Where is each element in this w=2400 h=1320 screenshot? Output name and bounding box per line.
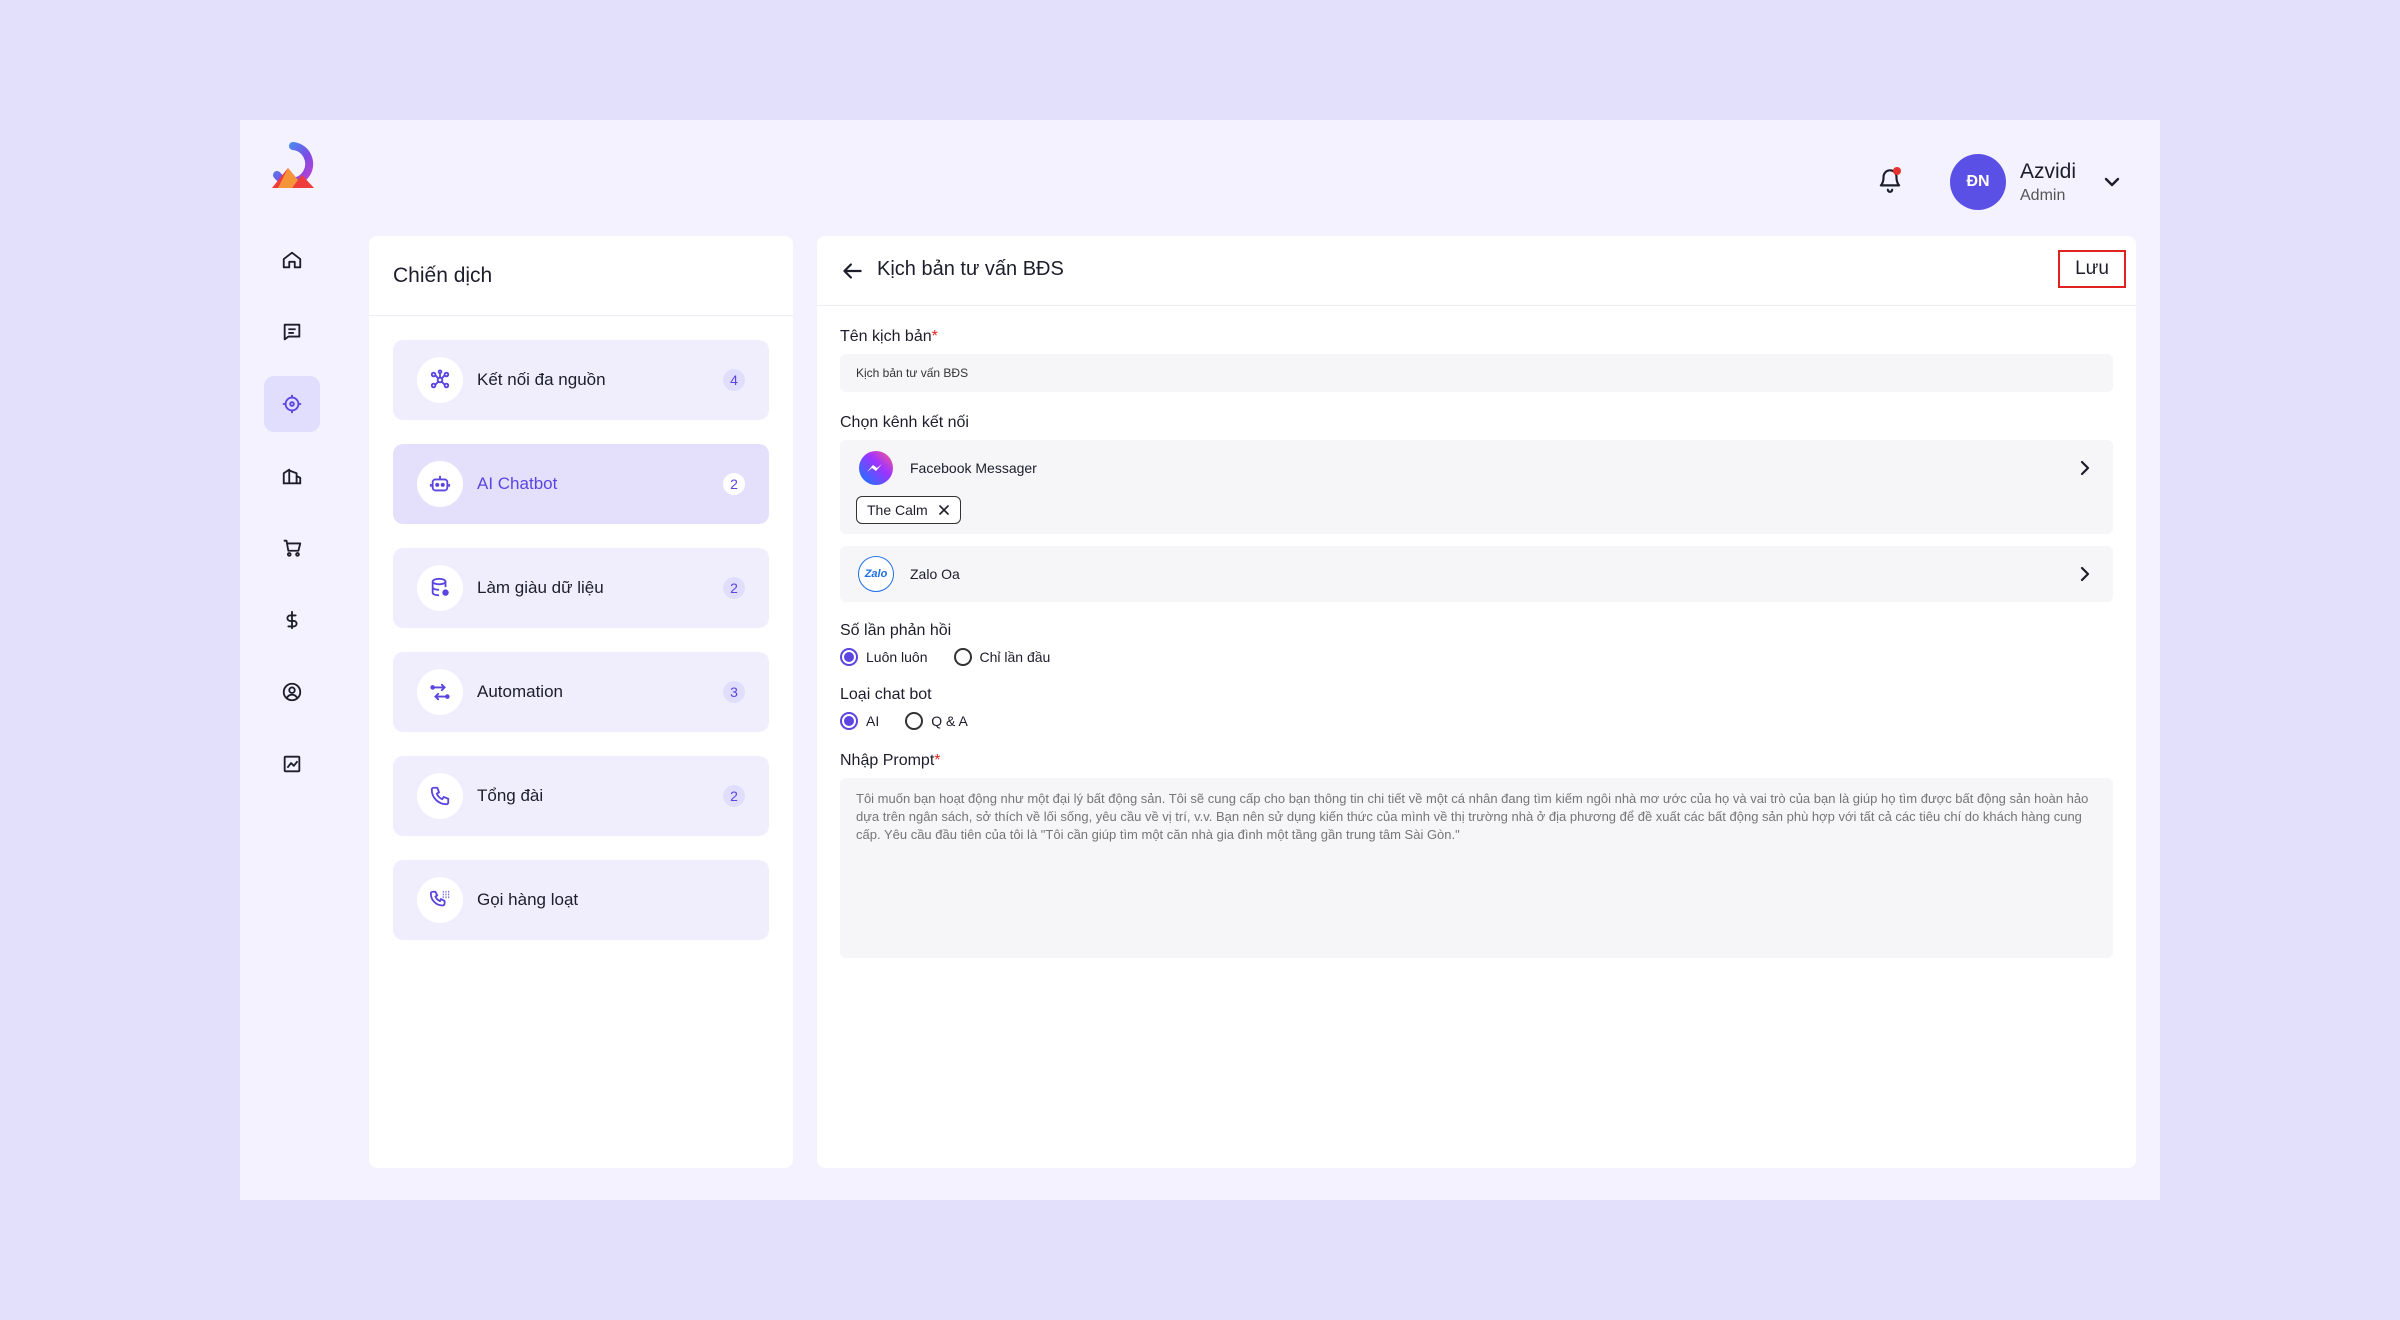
campaign-panel: Chiến dịch Kết nối đa nguồn 4 AI Chatbot… bbox=[369, 236, 793, 1168]
count-badge: 4 bbox=[723, 369, 745, 391]
menu-item-data-enrichment[interactable]: Làm giàu dữ liệu 2 bbox=[393, 548, 769, 628]
menu-item-label: Kết nối đa nguồn bbox=[477, 370, 606, 389]
nav-chat[interactable] bbox=[264, 304, 320, 360]
menu-item-automation[interactable]: Automation 3 bbox=[393, 652, 769, 732]
home-icon bbox=[282, 251, 302, 269]
nav-home[interactable] bbox=[264, 232, 320, 288]
count-badge: 2 bbox=[723, 785, 745, 807]
user-menu[interactable]: ĐN Azvidi Admin bbox=[1950, 154, 2122, 210]
channel-name: Zalo Oa bbox=[910, 566, 960, 582]
user-name: Azvidi bbox=[2020, 160, 2077, 184]
messenger-icon bbox=[858, 450, 894, 486]
script-name-input[interactable] bbox=[840, 354, 2113, 392]
building-icon bbox=[282, 468, 302, 485]
chevron-down-icon[interactable] bbox=[2102, 172, 2122, 192]
nav-finance[interactable] bbox=[264, 592, 320, 648]
menu-item-label: Gọi hàng loạt bbox=[477, 890, 579, 909]
phone-keypad-icon bbox=[417, 877, 463, 923]
nav-report[interactable] bbox=[264, 736, 320, 792]
app-window: ĐN Azvidi Admin Chiến dịch Kết nối đa ng… bbox=[240, 120, 2160, 1200]
menu-item-multi-source[interactable]: Kết nối đa nguồn 4 bbox=[393, 340, 769, 420]
menu-item-ai-chatbot[interactable]: AI Chatbot 2 bbox=[393, 444, 769, 524]
network-icon bbox=[417, 357, 463, 403]
menu-item-label: Tổng đài bbox=[477, 786, 544, 805]
chevron-right-icon[interactable] bbox=[2075, 564, 2095, 584]
prompt-textarea[interactable] bbox=[840, 778, 2113, 958]
avatar: ĐN bbox=[1950, 154, 2006, 210]
channel-name: Facebook Messager bbox=[910, 460, 1037, 476]
dollar-icon bbox=[286, 610, 298, 630]
radio-label: Luôn luôn bbox=[866, 649, 928, 665]
menu-item-label: Automation bbox=[477, 682, 563, 701]
count-badge: 3 bbox=[723, 681, 745, 703]
cart-icon bbox=[283, 539, 302, 557]
user-circle-icon bbox=[282, 682, 302, 702]
nav-campaign[interactable] bbox=[264, 376, 320, 432]
script-editor-panel: Kịch bản tư vấn BĐS Lưu Tên kịch bản* Ch… bbox=[817, 236, 2136, 1168]
channel-facebook-row[interactable]: Facebook Messager bbox=[840, 440, 2113, 496]
menu-item-label: Làm giàu dữ liệu bbox=[477, 578, 604, 597]
notification-button[interactable] bbox=[1872, 162, 1908, 198]
chevron-right-icon[interactable] bbox=[2075, 458, 2095, 478]
automation-icon bbox=[417, 669, 463, 715]
radio-always[interactable]: Luôn luôn bbox=[840, 648, 928, 666]
nav-profile[interactable] bbox=[264, 664, 320, 720]
menu-item-label: AI Chatbot bbox=[477, 474, 558, 493]
chart-icon bbox=[283, 755, 301, 773]
chip-label: The Calm bbox=[867, 502, 928, 518]
count-badge: 2 bbox=[723, 473, 745, 495]
save-button[interactable]: Lưu bbox=[2058, 250, 2126, 288]
close-icon[interactable] bbox=[938, 504, 950, 516]
channel-label: Chọn kênh kết nối bbox=[840, 414, 969, 431]
channel-zalo-row[interactable]: Zalo Zalo Oa bbox=[840, 546, 2113, 602]
arrow-left-icon[interactable] bbox=[839, 258, 865, 284]
reply-count-options: Luôn luôn Chỉ lần đầu bbox=[840, 648, 2113, 666]
bot-type-options: AI Q & A bbox=[840, 712, 2113, 730]
campaign-menu: Kết nối đa nguồn 4 AI Chatbot 2 Làm giàu… bbox=[369, 316, 793, 988]
channel-zalo: Zalo Zalo Oa bbox=[840, 546, 2113, 602]
radio-label: Q & A bbox=[931, 713, 968, 729]
chat-icon bbox=[283, 323, 301, 341]
nav-cart[interactable] bbox=[264, 520, 320, 576]
radio-ai[interactable]: AI bbox=[840, 712, 879, 730]
script-name-label: Tên kịch bản* bbox=[840, 328, 938, 345]
required-mark: * bbox=[931, 328, 938, 345]
database-icon bbox=[417, 565, 463, 611]
script-form: Tên kịch bản* Chọn kênh kết nối bbox=[817, 328, 2136, 963]
bot-type-label: Loại chat bot bbox=[840, 686, 932, 703]
page-chip[interactable]: The Calm bbox=[856, 496, 961, 524]
zalo-icon: Zalo bbox=[858, 556, 894, 592]
user-role: Admin bbox=[2020, 186, 2066, 204]
sidebar-nav bbox=[264, 232, 320, 808]
target-icon bbox=[282, 394, 302, 414]
user-info: Azvidi Admin bbox=[2020, 159, 2076, 204]
robot-icon bbox=[417, 461, 463, 507]
brand-logo[interactable] bbox=[268, 142, 318, 192]
channel-facebook: Facebook Messager The Calm bbox=[840, 440, 2113, 534]
nav-building[interactable] bbox=[264, 448, 320, 504]
required-mark: * bbox=[934, 752, 941, 769]
menu-item-call-center[interactable]: Tổng đài 2 bbox=[393, 756, 769, 836]
notification-dot bbox=[1893, 167, 1901, 175]
prompt-label: Nhập Prompt* bbox=[840, 752, 941, 769]
radio-label: Chỉ lần đầu bbox=[979, 649, 1051, 665]
reply-count-label: Số lần phản hồi bbox=[840, 622, 952, 639]
page-title: Kịch bản tư vấn BĐS bbox=[877, 258, 1064, 280]
selected-pages: The Calm bbox=[840, 496, 2113, 534]
count-badge: 2 bbox=[723, 577, 745, 599]
phone-icon bbox=[417, 773, 463, 819]
radio-label: AI bbox=[866, 713, 880, 729]
campaign-title: Chiến dịch bbox=[369, 236, 793, 316]
menu-item-bulk-call[interactable]: Gọi hàng loạt bbox=[393, 860, 769, 940]
radio-qa[interactable]: Q & A bbox=[905, 712, 968, 730]
radio-first-time[interactable]: Chỉ lần đầu bbox=[953, 648, 1051, 666]
editor-header: Kịch bản tư vấn BĐS Lưu bbox=[817, 236, 2136, 306]
